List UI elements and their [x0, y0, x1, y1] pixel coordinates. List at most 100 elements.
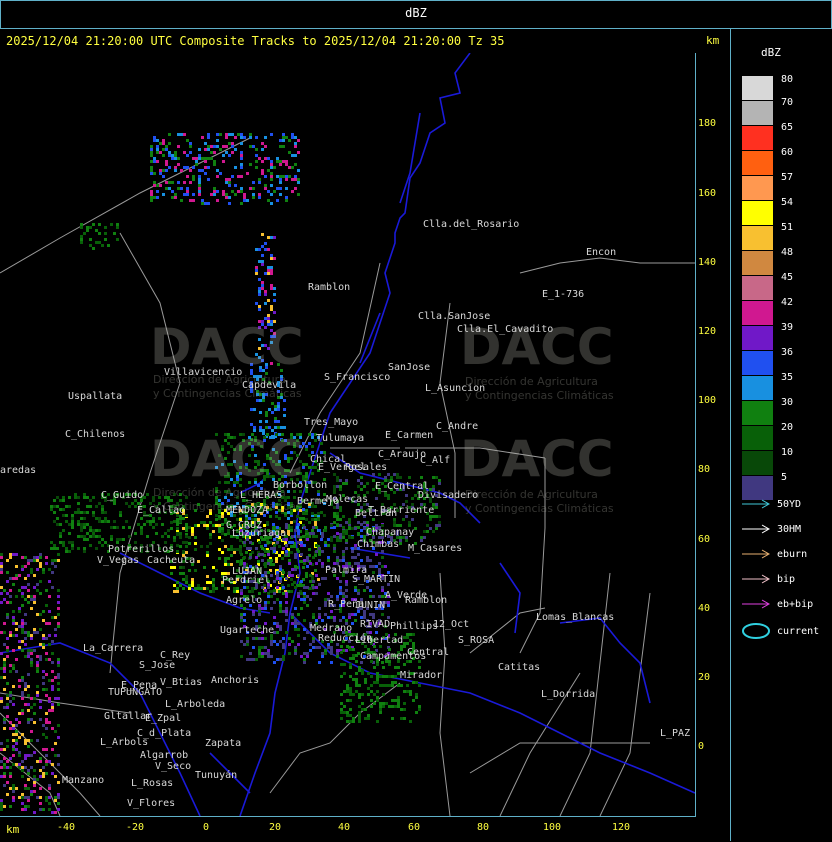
place-label: Mirador	[400, 670, 443, 681]
legend-value: 45	[781, 272, 794, 283]
place-label: C_Chilenos	[65, 429, 126, 440]
legend-value: 42	[781, 297, 794, 308]
place-label: C_d_Plata	[137, 728, 192, 739]
place-label: La_Carrera	[83, 643, 144, 654]
legend-value: 39	[781, 322, 794, 333]
place-label: Uspallata	[68, 391, 123, 402]
watermark-brand: DACC	[460, 430, 614, 488]
y-tick-label: 0	[698, 741, 705, 752]
place-label: Borbollon	[273, 480, 328, 491]
place-label: C_Andre	[436, 421, 479, 432]
x-tick-label: 100	[542, 822, 562, 833]
y-tick-label: 100	[698, 395, 717, 406]
legend-value: 60	[781, 147, 794, 158]
legend-swatch	[742, 351, 773, 375]
place-label: Bermejo	[297, 496, 340, 507]
legend-value: 20	[781, 422, 794, 433]
arrow-icon	[742, 599, 771, 609]
legend-value: 54	[781, 197, 794, 208]
legend-value: 36	[781, 347, 794, 358]
legend-value: 51	[781, 222, 794, 233]
place-label: L_Arboleda	[165, 699, 226, 710]
place-label: aredas	[0, 465, 37, 476]
radar-map[interactable]: DACC Dirección de Agricultura y Continge…	[0, 53, 696, 817]
ellipse-icon	[742, 623, 770, 639]
legend-swatch	[742, 376, 773, 400]
x-tick-label: 80	[476, 822, 490, 833]
place-label: C_Alf	[420, 455, 451, 466]
y-tick-label: 160	[698, 188, 717, 199]
y-tick-label: 80	[698, 464, 711, 475]
place-label: L_Rosas	[131, 778, 174, 789]
place-label: C_Araujo	[378, 449, 427, 460]
track-legend-item: 30HM	[741, 523, 801, 535]
place-label: L_PAZ	[660, 728, 691, 739]
y-tick-label: 60	[698, 534, 711, 545]
place-label: MENDOZA	[226, 505, 269, 516]
place-label: Clla.del_Rosario	[423, 219, 520, 230]
place-label: Lomas_Blancas	[536, 612, 615, 623]
place-label: Algarrob	[140, 750, 189, 761]
place-label: E_Carmen	[385, 430, 434, 441]
legend-swatch	[742, 226, 773, 250]
legend-swatch	[742, 301, 773, 325]
x-tick-label: 60	[407, 822, 421, 833]
y-tick-label: 40	[698, 603, 711, 614]
place-label: Tres_Mayo	[304, 417, 359, 428]
window-title: dBZ	[405, 6, 427, 20]
place-label: Manzano	[62, 775, 105, 786]
legend-swatch	[742, 476, 773, 500]
place-label: Agrelo	[226, 595, 263, 606]
place-label: Beltran	[355, 508, 398, 519]
legend-swatch	[742, 151, 773, 175]
legend-swatch	[742, 426, 773, 450]
place-label: L_HERAS	[240, 490, 283, 501]
place-label: E_1-736	[542, 289, 585, 300]
legend-value: 35	[781, 372, 794, 383]
place-label: Clla.SanJose	[418, 311, 491, 322]
track-legend-item: current	[741, 623, 819, 639]
place-label: Rosales	[345, 462, 388, 473]
watermark-text: Dirección de Agricultura y Contingencias…	[465, 375, 614, 403]
y-tick-label: 180	[698, 118, 717, 129]
subtitle: 2025/12/04 21:20:00 UTC Composite Tracks…	[6, 34, 505, 48]
place-label: SanJose	[388, 362, 431, 373]
place-label: Luzuriaga	[232, 528, 287, 539]
place-label: Chimbas	[357, 539, 400, 550]
place-label: M_Casares	[408, 543, 463, 554]
y-tick-label: 20	[698, 672, 711, 683]
x-tick-label: 40	[337, 822, 351, 833]
legend-swatch	[742, 176, 773, 200]
place-label: V_Seco	[155, 761, 192, 772]
watermark-text: Dirección de Agricultura y Contingencias…	[465, 488, 614, 516]
place-label: Cacheuta	[147, 555, 196, 566]
place-label: Zapata	[205, 738, 242, 749]
legend-value: 48	[781, 247, 794, 258]
place-label: Ugarteche	[220, 625, 275, 636]
arrow-icon	[742, 499, 771, 509]
watermark-line2: y Contingencias Climáticas	[465, 389, 614, 402]
y-unit-label: km	[706, 34, 720, 47]
place-label: L_Asuncion	[425, 383, 486, 394]
x-tick-label: -40	[56, 822, 76, 833]
place-label: V_Vegas	[97, 555, 140, 566]
place-label: Phillips	[390, 621, 439, 632]
place-label: Tulumaya	[316, 433, 365, 444]
legend-title: dBZ	[761, 46, 781, 59]
legend-panel: dBZ 80 70 65 60 57 54 51 48 45 42 39 36 35 30 20 10 5 50…	[730, 28, 832, 841]
x-tick-label: -20	[125, 822, 145, 833]
place-label: Chapanay	[366, 527, 415, 538]
place-label: JUNIN	[355, 600, 386, 611]
y-tick-label: 140	[698, 257, 717, 268]
place-label: Ramblon	[405, 595, 448, 606]
legend-value: 65	[781, 122, 794, 133]
place-label: V_Btias	[160, 677, 203, 688]
legend-value: 10	[781, 447, 794, 458]
legend-swatch	[742, 126, 773, 150]
arrow-icon	[742, 549, 771, 559]
place-label: L_Dorrida	[541, 689, 596, 700]
legend-value: 30	[781, 397, 794, 408]
track-legend-item: 50YD	[741, 498, 801, 510]
place-label: Central	[407, 647, 450, 658]
track-label: 30HM	[777, 524, 802, 535]
